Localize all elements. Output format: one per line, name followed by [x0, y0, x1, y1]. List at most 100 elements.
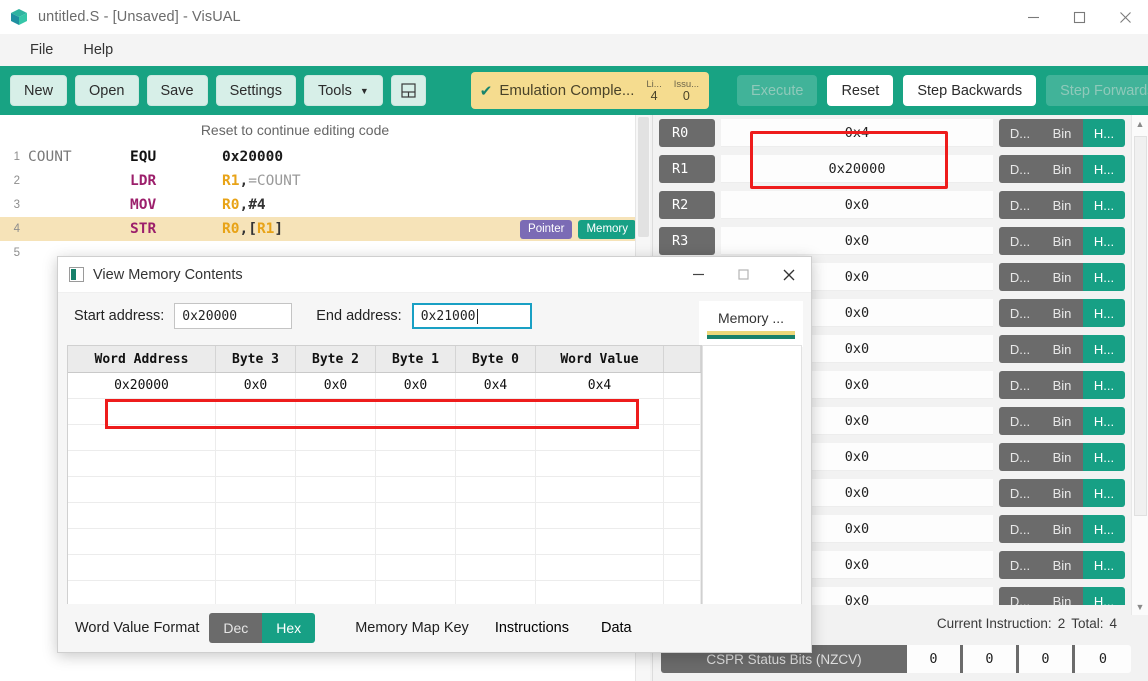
register-format-d-button[interactable]: D...: [999, 227, 1041, 255]
layout-panel-button[interactable]: [390, 75, 426, 106]
table-row-empty[interactable]: [68, 477, 701, 503]
word-value-format-toggle[interactable]: Dec Hex: [209, 613, 316, 643]
register-format-bin-button[interactable]: Bin: [1041, 227, 1083, 255]
register-format-d-button[interactable]: D...: [999, 191, 1041, 219]
register-format-h-button[interactable]: H...: [1083, 335, 1125, 363]
register-format-bin-button[interactable]: Bin: [1041, 551, 1083, 579]
register-format-h-button[interactable]: H...: [1083, 587, 1125, 605]
register-format-d-button[interactable]: D...: [999, 515, 1041, 543]
dialog-close-icon[interactable]: [766, 257, 811, 293]
register-format-d-button[interactable]: D...: [999, 443, 1041, 471]
step-backwards-button[interactable]: Step Backwards: [903, 75, 1037, 106]
format-dec-button[interactable]: Dec: [209, 613, 263, 643]
register-format-toggle[interactable]: D... Bin H...: [999, 479, 1125, 507]
register-format-h-button[interactable]: H...: [1083, 299, 1125, 327]
menu-item-help[interactable]: Help: [71, 38, 125, 62]
emulation-status-badge[interactable]: ✔ Emulation Comple... Li... 4 Issu... 0: [470, 72, 710, 109]
register-format-bin-button[interactable]: Bin: [1041, 515, 1083, 543]
register-format-toggle[interactable]: D... Bin H...: [999, 407, 1125, 435]
start-address-input[interactable]: 0x20000: [174, 303, 293, 329]
code-lines[interactable]: 1 COUNT EQU 0x20000 2 LDR R1, =COUNT 3 MOV R0 ,#4 4 S…: [0, 145, 650, 265]
register-format-bin-button[interactable]: Bin: [1041, 263, 1083, 291]
register-format-h-button[interactable]: H...: [1083, 407, 1125, 435]
reset-button[interactable]: Reset: [827, 75, 894, 106]
register-format-h-button[interactable]: H...: [1083, 119, 1125, 147]
register-format-bin-button[interactable]: Bin: [1041, 335, 1083, 363]
register-format-toggle[interactable]: D... Bin H...: [999, 515, 1125, 543]
register-format-d-button[interactable]: D...: [999, 407, 1041, 435]
register-format-toggle[interactable]: D... Bin H...: [999, 551, 1125, 579]
chip-pointer[interactable]: Pointer: [520, 219, 573, 239]
memory-table-body[interactable]: 0x20000 0x0 0x0 0x0 0x4 0x4: [68, 373, 701, 606]
register-format-h-button[interactable]: H...: [1083, 227, 1125, 255]
register-format-bin-button[interactable]: Bin: [1041, 299, 1083, 327]
close-icon[interactable]: [1102, 0, 1148, 34]
register-format-toggle[interactable]: D... Bin H...: [999, 119, 1125, 147]
key-instructions-button[interactable]: Instructions: [479, 611, 585, 645]
register-format-bin-button[interactable]: Bin: [1041, 587, 1083, 605]
table-row-empty[interactable]: [68, 555, 701, 581]
key-data-button[interactable]: Data: [585, 611, 648, 645]
step-forwards-button[interactable]: Step Forwards: [1046, 75, 1148, 106]
register-format-h-button[interactable]: H...: [1083, 479, 1125, 507]
end-address-input[interactable]: 0x21000: [411, 303, 532, 329]
table-row-empty[interactable]: [68, 425, 701, 451]
new-button[interactable]: New: [10, 75, 68, 106]
table-row-empty[interactable]: [68, 399, 701, 425]
register-format-d-button[interactable]: D...: [999, 335, 1041, 363]
register-format-d-button[interactable]: D...: [999, 479, 1041, 507]
register-format-bin-button[interactable]: Bin: [1041, 407, 1083, 435]
register-format-toggle[interactable]: D... Bin H...: [999, 299, 1125, 327]
code-line[interactable]: 2 LDR R1, =COUNT: [0, 169, 650, 193]
maximize-icon[interactable]: [1056, 0, 1102, 34]
settings-button[interactable]: Settings: [215, 75, 296, 106]
minimize-icon[interactable]: [1010, 0, 1056, 34]
format-hex-button[interactable]: Hex: [262, 613, 316, 643]
register-format-h-button[interactable]: H...: [1083, 443, 1125, 471]
register-format-toggle[interactable]: D... Bin H...: [999, 227, 1125, 255]
tools-dropdown-button[interactable]: Tools ▼: [303, 75, 383, 106]
scroll-down-icon[interactable]: ▼: [1132, 598, 1148, 615]
dialog-maximize-icon[interactable]: [721, 257, 766, 293]
register-format-d-button[interactable]: D...: [999, 587, 1041, 605]
save-button[interactable]: Save: [146, 75, 208, 106]
register-format-d-button[interactable]: D...: [999, 155, 1041, 183]
register-format-bin-button[interactable]: Bin: [1041, 155, 1083, 183]
table-row-empty[interactable]: [68, 529, 701, 555]
register-format-toggle[interactable]: D... Bin H...: [999, 155, 1125, 183]
table-row-empty[interactable]: [68, 451, 701, 477]
memory-table[interactable]: Word Address Byte 3 Byte 2 Byte 1 Byte 0 Word…: [67, 345, 702, 607]
register-format-d-button[interactable]: D...: [999, 299, 1041, 327]
register-format-bin-button[interactable]: Bin: [1041, 191, 1083, 219]
register-format-toggle[interactable]: D... Bin H...: [999, 443, 1125, 471]
register-format-h-button[interactable]: H...: [1083, 515, 1125, 543]
editor-scrollbar-thumb[interactable]: [638, 117, 649, 237]
dialog-minimize-icon[interactable]: [676, 257, 721, 293]
register-format-toggle[interactable]: D... Bin H...: [999, 587, 1125, 605]
memory-tab[interactable]: Memory ...: [699, 301, 803, 347]
register-format-h-button[interactable]: H...: [1083, 371, 1125, 399]
register-format-d-button[interactable]: D...: [999, 551, 1041, 579]
register-scroll-thumb[interactable]: [1133, 136, 1147, 516]
code-line[interactable]: 3 MOV R0 ,#4: [0, 193, 650, 217]
register-format-h-button[interactable]: H...: [1083, 155, 1125, 183]
memory-map-key-toggle[interactable]: Instructions Data: [479, 611, 648, 645]
scroll-up-icon[interactable]: ▲: [1132, 115, 1148, 132]
register-format-toggle[interactable]: D... Bin H...: [999, 263, 1125, 291]
register-format-toggle[interactable]: D... Bin H...: [999, 191, 1125, 219]
register-format-h-button[interactable]: H...: [1083, 263, 1125, 291]
code-line[interactable]: 4 STR R0,[R1] Pointer Memory: [0, 217, 650, 241]
register-format-h-button[interactable]: H...: [1083, 551, 1125, 579]
register-format-d-button[interactable]: D...: [999, 371, 1041, 399]
register-format-d-button[interactable]: D...: [999, 263, 1041, 291]
chip-memory[interactable]: Memory: [578, 219, 636, 239]
table-row[interactable]: 0x20000 0x0 0x0 0x0 0x4 0x4: [68, 373, 701, 399]
table-row-empty[interactable]: [68, 503, 701, 529]
menu-item-file[interactable]: File: [18, 38, 65, 62]
register-format-h-button[interactable]: H...: [1083, 191, 1125, 219]
register-scroll-track[interactable]: [1133, 132, 1147, 598]
register-format-toggle[interactable]: D... Bin H...: [999, 335, 1125, 363]
register-format-bin-button[interactable]: Bin: [1041, 371, 1083, 399]
register-format-bin-button[interactable]: Bin: [1041, 479, 1083, 507]
register-format-d-button[interactable]: D...: [999, 119, 1041, 147]
